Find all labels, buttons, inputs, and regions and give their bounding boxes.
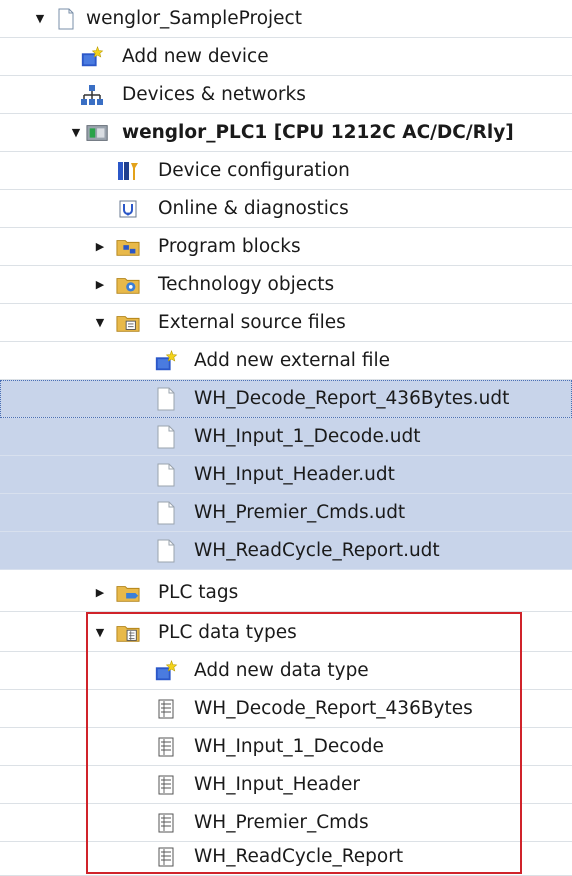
- tree-item-data-type[interactable]: WH_Input_Header: [0, 766, 572, 804]
- tree-item-external-file[interactable]: WH_ReadCycle_Report.udt: [0, 532, 572, 570]
- tree-item-label: Technology objects: [158, 274, 335, 295]
- tree-item-label: WH_Premier_Cmds.udt: [194, 502, 406, 523]
- diagnostics-icon: [116, 190, 140, 227]
- tree-item-add-new-device[interactable]: Add new device: [0, 38, 572, 76]
- tree-item-external-file[interactable]: WH_Premier_Cmds.udt: [0, 494, 572, 532]
- tree-item-label: Add new external file: [194, 350, 390, 371]
- folder-program-blocks-icon: [116, 228, 140, 265]
- file-icon: [154, 532, 178, 569]
- file-icon: [154, 494, 178, 531]
- tree-item-label: Online & diagnostics: [158, 198, 349, 219]
- tree-item-label: WH_ReadCycle_Report: [194, 846, 404, 867]
- add-data-type-icon: [154, 652, 178, 689]
- tree-item-project[interactable]: ▼ wenglor_SampleProject: [0, 0, 572, 38]
- tree-item-label: Program blocks: [158, 236, 301, 257]
- tree-item-external-file[interactable]: WH_Input_1_Decode.udt: [0, 418, 572, 456]
- tree-item-label: WH_Decode_Report_436Bytes.udt: [194, 388, 510, 409]
- tree-item-label: WH_Input_1_Decode.udt: [194, 426, 421, 447]
- folder-data-types-icon: [116, 614, 140, 651]
- tree-item-label: WH_Input_1_Decode: [194, 736, 384, 757]
- tree-item-label: Devices & networks: [122, 84, 306, 105]
- add-device-icon: [80, 38, 104, 75]
- tree-item-external-source-files[interactable]: ▼ External source files: [0, 304, 572, 342]
- data-type-icon: [154, 690, 178, 727]
- data-type-icon: [154, 804, 178, 841]
- tree-item-program-blocks[interactable]: ▶ Program blocks: [0, 228, 572, 266]
- folder-technology-objects-icon: [116, 266, 140, 303]
- expand-down-icon[interactable]: ▼: [32, 0, 48, 37]
- tree-item-label: Device configuration: [158, 160, 350, 181]
- tree-item-devices-networks[interactable]: Devices & networks: [0, 76, 572, 114]
- tree-item-online-diagnostics[interactable]: Online & diagnostics: [0, 190, 572, 228]
- expand-down-icon[interactable]: ▼: [92, 304, 108, 341]
- expand-right-icon[interactable]: ▶: [92, 266, 108, 303]
- project-icon: [54, 0, 78, 37]
- expand-right-icon[interactable]: ▶: [92, 228, 108, 265]
- tree-item-label: WH_Input_Header.udt: [194, 464, 395, 485]
- plc-icon: [86, 114, 110, 151]
- tree-item-external-file[interactable]: WH_Decode_Report_436Bytes.udt: [0, 380, 572, 418]
- tree-item-data-type[interactable]: WH_ReadCycle_Report: [0, 838, 572, 876]
- device-configuration-icon: [116, 152, 140, 189]
- folder-plc-tags-icon: [116, 574, 140, 611]
- expand-right-icon[interactable]: ▶: [92, 574, 108, 611]
- folder-external-source-icon: [116, 304, 140, 341]
- tree-item-plc-tags[interactable]: ▶ PLC tags: [0, 574, 572, 612]
- tree-item-label: wenglor_PLC1 [CPU 1212C AC/DC/Rly]: [122, 122, 514, 143]
- tree-item-add-new-data-type[interactable]: Add new data type: [0, 652, 572, 690]
- tree-item-technology-objects[interactable]: ▶ Technology objects: [0, 266, 572, 304]
- tree-item-add-new-external-file[interactable]: Add new external file: [0, 342, 572, 380]
- tree-item-data-type[interactable]: WH_Premier_Cmds: [0, 804, 572, 842]
- tree-item-label: PLC tags: [158, 582, 239, 603]
- add-external-file-icon: [154, 342, 178, 379]
- tree-item-plc[interactable]: ▼ wenglor_PLC1 [CPU 1212C AC/DC/Rly]: [0, 114, 572, 152]
- tree-item-label: WH_ReadCycle_Report.udt: [194, 540, 440, 561]
- tree-item-label: Add new device: [122, 46, 269, 67]
- tree-item-label: WH_Premier_Cmds: [194, 812, 369, 833]
- tree-item-label: WH_Input_Header: [194, 774, 360, 795]
- tree-item-device-configuration[interactable]: Device configuration: [0, 152, 572, 190]
- network-icon: [80, 76, 104, 113]
- tree-item-label: WH_Decode_Report_436Bytes: [194, 698, 473, 719]
- tree-item-external-file[interactable]: WH_Input_Header.udt: [0, 456, 572, 494]
- tree-item-plc-data-types[interactable]: ▼ PLC data types: [0, 614, 572, 652]
- tree-item-label: External source files: [158, 312, 346, 333]
- expand-down-icon[interactable]: ▼: [68, 114, 84, 151]
- data-type-icon: [154, 766, 178, 803]
- file-icon: [154, 456, 178, 493]
- data-type-icon: [154, 838, 178, 875]
- tree-item-label: PLC data types: [158, 622, 297, 643]
- file-icon: [154, 380, 178, 417]
- data-type-icon: [154, 728, 178, 765]
- expand-down-icon[interactable]: ▼: [92, 614, 108, 651]
- tree-item-data-type[interactable]: WH_Input_1_Decode: [0, 728, 572, 766]
- tree-item-label: Add new data type: [194, 660, 369, 681]
- file-icon: [154, 418, 178, 455]
- tree-item-data-type[interactable]: WH_Decode_Report_436Bytes: [0, 690, 572, 728]
- tree-item-label: wenglor_SampleProject: [86, 8, 302, 29]
- project-tree: ▼ wenglor_SampleProject Add new device D…: [0, 0, 572, 876]
